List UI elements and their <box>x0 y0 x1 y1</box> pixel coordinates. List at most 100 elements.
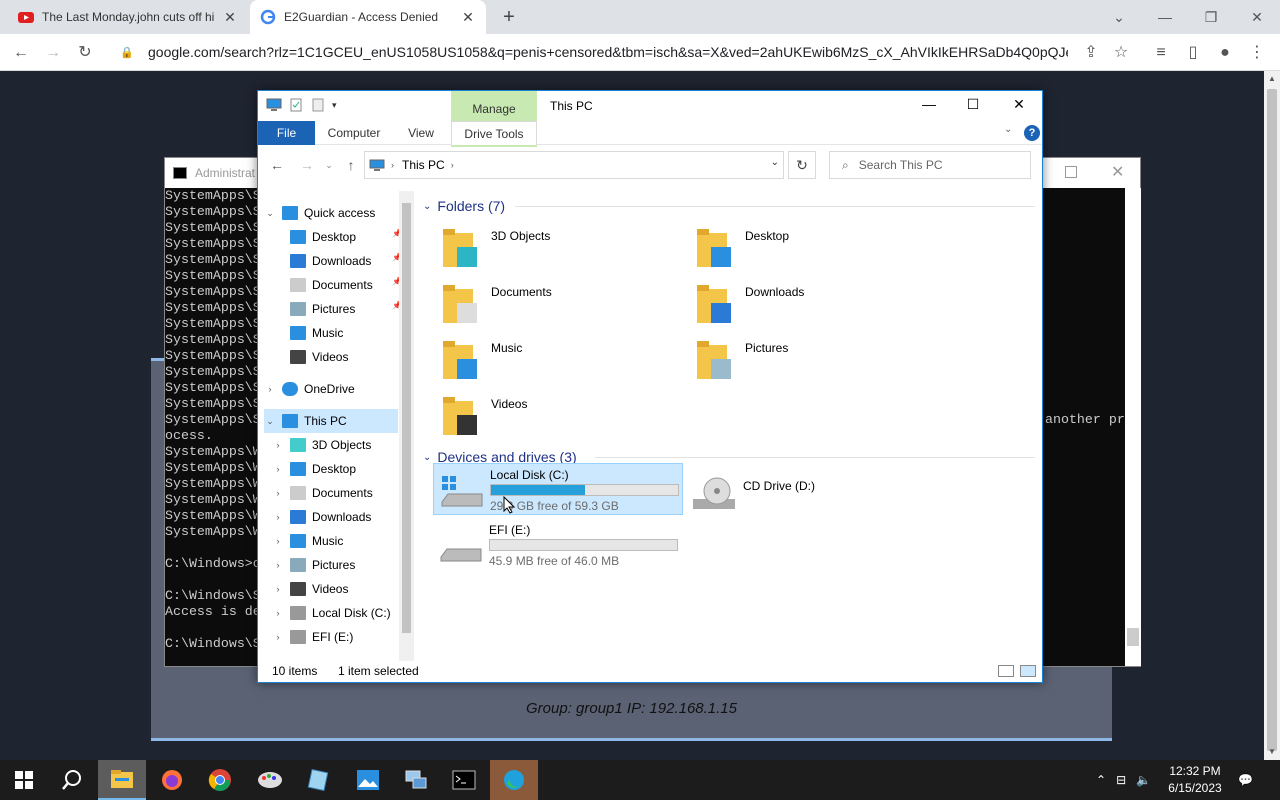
scrollbar-thumb[interactable] <box>1127 628 1139 646</box>
browser-tab-e2guardian[interactable]: E2Guardian - Access Denied ✕ <box>250 0 486 34</box>
tab-search-icon[interactable]: ⌄ <box>1096 4 1142 30</box>
taskbar-file-explorer[interactable] <box>98 760 146 800</box>
browser-tab-youtube[interactable]: The Last Monday.john cuts off hi ✕ <box>8 0 248 34</box>
taskbar-notepad[interactable] <box>294 760 342 800</box>
nav-item-music[interactable]: Music <box>272 321 398 345</box>
close-icon[interactable]: ✕ <box>1111 162 1124 182</box>
file-explorer-window[interactable]: ▾ Manage This PC — ☐ ✕ File Computer Vie… <box>257 90 1043 683</box>
taskbar-firefox[interactable] <box>148 760 196 800</box>
taskbar-paint[interactable] <box>246 760 294 800</box>
tab-file[interactable]: File <box>258 121 315 145</box>
folder-music[interactable]: Music <box>433 335 683 391</box>
collapsed-chevron-icon[interactable]: › <box>272 560 284 570</box>
new-tab-button[interactable]: + <box>498 7 520 29</box>
menu-icon[interactable]: ⋮ <box>1244 40 1270 66</box>
collapsed-chevron-icon[interactable]: › <box>272 464 284 474</box>
tiles-view-icon[interactable] <box>1020 665 1036 677</box>
collapsed-chevron-icon[interactable]: › <box>272 584 284 594</box>
folder-3d-objects[interactable]: 3D Objects <box>433 223 683 279</box>
breadcrumb-separator-icon[interactable]: › <box>451 160 454 170</box>
taskbar-network[interactable] <box>392 760 440 800</box>
minimize-button[interactable]: — <box>1142 4 1188 30</box>
cmd-scrollbar[interactable] <box>1125 188 1141 666</box>
refresh-icon[interactable]: ↻ <box>788 151 816 179</box>
reload-icon[interactable]: ↻ <box>72 40 98 66</box>
taskbar-cmd[interactable] <box>440 760 488 800</box>
folder-videos[interactable]: Videos <box>433 391 683 447</box>
nav-item-quick-access[interactable]: ⌄ Quick access <box>264 201 398 225</box>
profile-avatar-icon[interactable]: ● <box>1212 40 1238 66</box>
side-panel-icon[interactable]: ▯ <box>1180 40 1206 66</box>
collapsed-chevron-icon[interactable]: › <box>272 512 284 522</box>
collapsed-chevron-icon[interactable]: › <box>264 384 276 394</box>
nav-item-downloads[interactable]: Downloads 📌 <box>272 249 402 273</box>
search-input[interactable]: ⌕ Search This PC <box>829 151 1031 179</box>
nav-item-desktop[interactable]: › Desktop <box>272 457 398 481</box>
collapsed-chevron-icon[interactable]: › <box>272 632 284 642</box>
scroll-down-icon[interactable]: ▼ <box>1264 744 1280 760</box>
search-button[interactable] <box>48 760 96 800</box>
nav-item-pictures[interactable]: › Pictures <box>272 553 398 577</box>
restore-button[interactable]: ❐ <box>1188 4 1234 30</box>
minimize-button[interactable]: — <box>914 96 944 116</box>
volume-muted-icon[interactable]: 🔈 <box>1136 773 1151 787</box>
nav-item-efi-e[interactable]: › EFI (E:) <box>272 625 398 649</box>
nav-item-music[interactable]: › Music <box>272 529 398 553</box>
notification-center-icon[interactable]: 💬 <box>1238 760 1253 800</box>
explorer-titlebar[interactable]: ▾ Manage This PC — ☐ ✕ <box>258 91 1042 147</box>
expanded-chevron-icon[interactable]: ⌄ <box>264 416 276 427</box>
nav-scrollbar[interactable] <box>399 191 414 661</box>
media-icon[interactable]: ≡ <box>1148 40 1174 66</box>
collapsed-chevron-icon[interactable]: › <box>272 536 284 546</box>
recent-dropdown-icon[interactable]: ⌄ <box>320 156 338 174</box>
folders-group-header[interactable]: ⌄ Folders (7) <box>423 194 505 218</box>
tab-computer[interactable]: Computer <box>320 121 388 145</box>
folder-pictures[interactable]: Pictures <box>687 335 937 391</box>
address-bar[interactable]: 🔒 google.com/search?rlz=1C1GCEU_enUS1058… <box>110 37 1080 67</box>
network-status-icon[interactable]: ⊟ <box>1116 773 1126 787</box>
nav-item-downloads[interactable]: › Downloads <box>272 505 398 529</box>
folder-documents[interactable]: Documents <box>433 279 683 335</box>
new-folder-icon[interactable] <box>310 98 326 112</box>
maximize-button[interactable]: ☐ <box>958 96 988 116</box>
breadcrumb[interactable]: This PC <box>402 158 445 172</box>
collapsed-chevron-icon[interactable]: › <box>272 440 284 450</box>
nav-item-videos[interactable]: › Videos <box>272 577 398 601</box>
back-icon[interactable]: ← <box>268 156 286 174</box>
nav-item-local-disk-c[interactable]: › Local Disk (C:) <box>272 601 398 625</box>
page-scrollbar[interactable]: ▲ ▼ <box>1264 71 1280 760</box>
scrollbar-thumb[interactable] <box>1267 89 1277 751</box>
drive-efi-e[interactable]: EFI (E:) 45.9 MB free of 46.0 MB <box>433 519 683 571</box>
nav-item-pictures[interactable]: Pictures 📌 <box>272 297 402 321</box>
tab-close-icon[interactable]: ✕ <box>222 9 238 26</box>
taskbar-chrome[interactable] <box>196 760 244 800</box>
tab-close-icon[interactable]: ✕ <box>460 9 476 26</box>
back-icon[interactable]: ← <box>8 40 34 66</box>
forward-icon[interactable]: → <box>40 40 66 66</box>
collapsed-chevron-icon[interactable]: › <box>272 488 284 498</box>
nav-item-videos[interactable]: Videos <box>272 345 398 369</box>
properties-icon[interactable] <box>288 98 304 112</box>
taskbar-photos[interactable] <box>344 760 392 800</box>
nav-item-3d-objects[interactable]: › 3D Objects <box>272 433 398 457</box>
tab-view[interactable]: View <box>398 121 444 145</box>
address-dropdown-icon[interactable]: ⌄ <box>771 157 779 168</box>
taskbar-edge[interactable] <box>490 760 538 800</box>
nav-item-desktop[interactable]: Desktop 📌 <box>272 225 402 249</box>
close-window-button[interactable]: ✕ <box>1234 4 1280 30</box>
drive-cd-drive-d[interactable]: CD Drive (D:) <box>687 467 937 519</box>
qat-dropdown-icon[interactable]: ▾ <box>332 100 337 111</box>
scroll-up-icon[interactable]: ▲ <box>1264 71 1280 87</box>
collapsed-chevron-icon[interactable]: › <box>272 608 284 618</box>
bookmark-star-icon[interactable]: ☆ <box>1108 40 1134 66</box>
folder-desktop[interactable]: Desktop <box>687 223 937 279</box>
clock[interactable]: 12:32 PM 6/15/2023 <box>1160 763 1230 797</box>
show-hidden-icons-icon[interactable]: ⌃ <box>1096 773 1106 787</box>
scrollbar-thumb[interactable] <box>402 203 411 633</box>
nav-item-documents[interactable]: Documents 📌 <box>272 273 402 297</box>
close-button[interactable]: ✕ <box>1004 96 1034 116</box>
up-icon[interactable]: ↑ <box>342 156 360 174</box>
drive-local-disk-c[interactable]: Local Disk (C:) 29.3 GB free of 59.3 GB <box>433 463 683 515</box>
help-icon[interactable]: ? <box>1024 125 1040 141</box>
address-bar[interactable]: › This PC › ⌄ <box>364 151 784 179</box>
